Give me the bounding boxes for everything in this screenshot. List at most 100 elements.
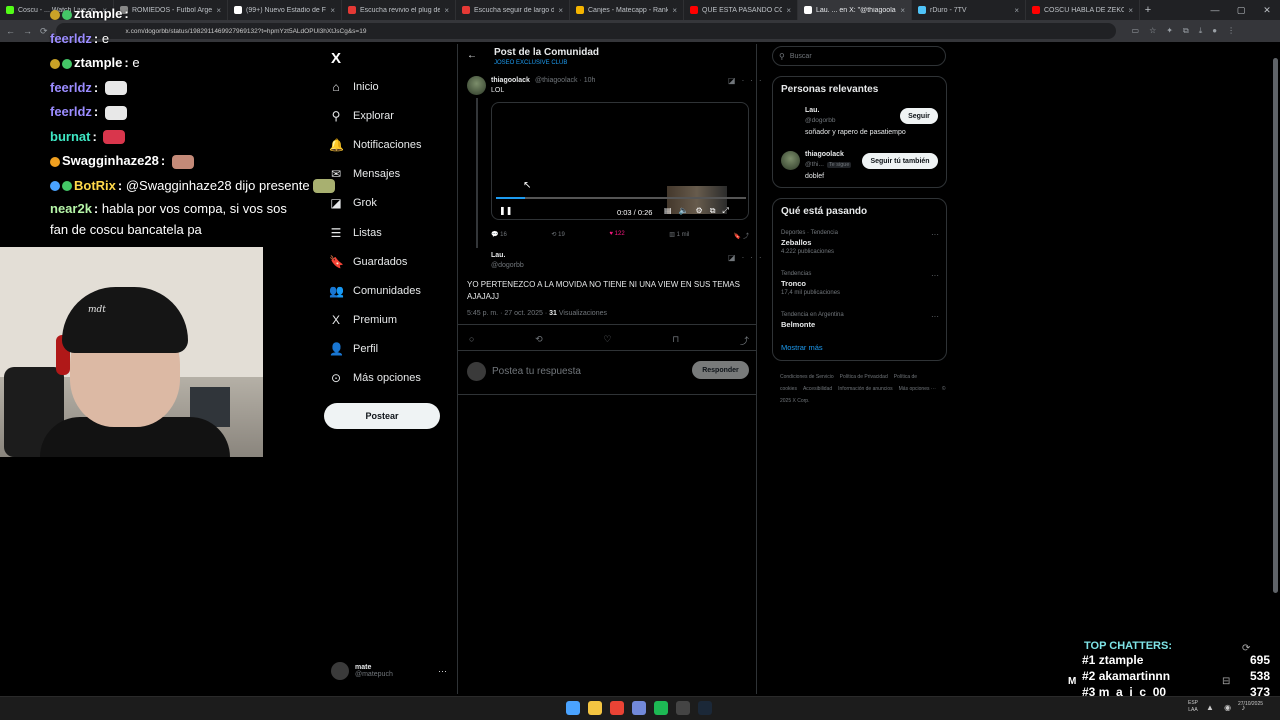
tab-close-icon[interactable]: × [330,6,335,15]
tab-close-icon[interactable]: × [1014,6,1019,15]
pip-icon[interactable]: ⧉ [710,206,723,215]
follow-button[interactable]: Seguir [900,108,938,124]
like-icon[interactable]: ♡ [603,334,611,347]
nav-item-explorar[interactable]: ⚲ Explorar [322,106,394,126]
tab-close-icon[interactable]: × [1128,6,1133,15]
repost-icon[interactable]: ⟲ [535,334,543,347]
volume-icon[interactable]: 🔈 [679,206,696,215]
video-progress-bar[interactable] [496,197,746,199]
account-switcher[interactable]: mate @matepuch ··· [331,662,451,680]
person-avatar[interactable] [781,151,800,170]
close-window-icon[interactable]: ✕ [1254,0,1280,20]
nav-item-m-s-opciones[interactable]: ⊙ Más opciones [322,368,421,388]
nav-item-listas[interactable]: ☰ Listas [322,223,382,243]
search-input[interactable] [789,52,930,60]
nav-item-comunidades[interactable]: 👥 Comunidades [322,281,421,301]
bookmark-icon[interactable]: ⊓ [672,334,679,347]
account-more-icon[interactable]: ··· [438,666,447,676]
reply-submit-button[interactable]: Responder [692,361,749,379]
grok-icon[interactable]: ◪ [728,253,742,262]
cast-icon[interactable]: ▭ [1132,26,1140,36]
person-avatar[interactable] [781,107,800,126]
like-button[interactable]: ♥ 122 [609,231,624,240]
profile-avatar-icon[interactable]: ● [1212,26,1217,36]
post2-avatar[interactable] [467,253,486,272]
puzzle-icon[interactable]: ⧉ [1183,26,1189,36]
file-explorer-icon[interactable] [588,701,602,715]
minimize-icon[interactable]: — [1202,0,1228,20]
reply-button[interactable]: 💬 16 [491,231,507,240]
settings-icon[interactable]: ⚙ [696,206,710,215]
tab-close-icon[interactable]: × [444,6,449,15]
clock[interactable]: 27/10/2025 [1238,701,1263,708]
windows-start-icon[interactable] [566,701,580,715]
star-icon[interactable]: ☆ [1149,26,1156,36]
grok-icon[interactable]: ◪ [728,76,742,85]
nav-item-perfil[interactable]: 👤 Perfil [322,339,378,359]
captions-icon[interactable]: ▤ [664,206,679,215]
video-player[interactable]: ↖ ❚❚ 0:03 / 0:26 ▤🔈⚙⧉⤢ [491,102,749,220]
trend-item[interactable]: Tendencias Tronco 17,4 mil publicaciones ··… [781,271,941,296]
language-indicator[interactable]: ESP LAA [1188,700,1198,714]
trend-more-icon[interactable]: ··· [931,271,939,280]
trend-more-icon[interactable]: ··· [931,312,939,321]
browser-tab[interactable]: QUE ESTA PASANDO CON EL... × [684,0,798,20]
footer-link[interactable]: Política de Privacidad [840,374,888,380]
scroll-thumb[interactable] [1273,58,1278,593]
menu-dots-icon[interactable]: ⋮ [1227,26,1235,36]
reply-icon[interactable]: ○ [469,334,474,347]
trend-item[interactable]: Deportes · Tendencia Zeballos 4.222 public… [781,230,941,255]
nav-item-grok[interactable]: ◪ Grok [322,193,377,213]
page-scrollbar[interactable] [1271,44,1280,694]
browser-tab[interactable]: Escucha seguir de largo de K... × [456,0,570,20]
browser-tab[interactable]: Lau. ... en X: "@thiagoolack × [798,0,912,20]
bookmark-icon[interactable]: 🔖 ⤴ [734,231,749,240]
footer-link[interactable]: Información de anuncios [838,386,892,392]
nav-item-mensajes[interactable]: ✉ Mensajes [322,164,400,184]
person-name[interactable]: Lau. [805,107,819,114]
post2-author-name[interactable]: Lau. [491,252,505,259]
nav-item-guardados[interactable]: 🔖 Guardados [322,252,407,272]
post1-avatar[interactable] [467,76,486,95]
trend-item[interactable]: Tendencia en Argentina Belmonte ··· [781,312,941,329]
views-button[interactable]: ▥ 1 mil [669,231,689,240]
maximize-icon[interactable]: ▢ [1228,0,1254,20]
share-icon[interactable]: ⤴ [740,334,749,347]
post-button[interactable]: Postear [324,403,440,429]
spotify-icon[interactable] [654,701,668,715]
search-box[interactable]: ⚲ [772,46,946,66]
show-more-link[interactable]: Mostrar más [781,343,823,352]
nav-item-inicio[interactable]: ⌂ Inicio [322,77,378,97]
reply-input[interactable] [492,363,672,379]
obs-icon[interactable] [676,701,690,715]
tab-close-icon[interactable]: × [786,6,791,15]
nav-item-premium[interactable]: X Premium [322,310,397,330]
post1-author-name[interactable]: thiagoolack [491,77,530,84]
repost-button[interactable]: ⟲ 19 [551,231,564,240]
browser-tab[interactable]: Escucha revivio el plug de To... × [342,0,456,20]
person-name[interactable]: thiagoolack [805,151,844,158]
chrome-icon[interactable] [610,701,624,715]
post1-more-icon[interactable]: ··· [742,76,768,85]
extension-icon[interactable]: ✦ [1166,26,1173,36]
post2-more-icon[interactable]: ··· [742,253,768,262]
pause-icon[interactable]: ❚❚ [499,206,512,215]
community-link[interactable]: JOSEO EXCLUSIVE CLUB [494,60,567,66]
trend-more-icon[interactable]: ··· [931,230,939,239]
footer-link[interactable]: Más opciones ··· [899,386,936,392]
post2-views-label[interactable]: Visualizaciones [559,310,607,317]
tab-close-icon[interactable]: × [672,6,677,15]
footer-link[interactable]: Accesibilidad [803,386,832,392]
follow-button[interactable]: Seguir tú también [862,153,938,169]
tab-close-icon[interactable]: × [900,6,905,15]
x-logo-icon[interactable]: X [331,50,341,67]
nav-item-notificaciones[interactable]: 🔔 Notificaciones [322,135,421,155]
steam-icon[interactable] [698,701,712,715]
tab-close-icon[interactable]: × [558,6,563,15]
footer-link[interactable]: Condiciones de Servicio [780,374,834,380]
new-tab-icon[interactable]: + [1140,4,1156,16]
back-arrow-icon[interactable]: ← [467,50,477,61]
fullscreen-icon[interactable]: ⤢ [722,206,735,215]
browser-tab[interactable]: COSCU HABLA DE ZEKO Y SU... × [1026,0,1140,20]
download-icon[interactable]: ⤓ [1199,26,1203,36]
